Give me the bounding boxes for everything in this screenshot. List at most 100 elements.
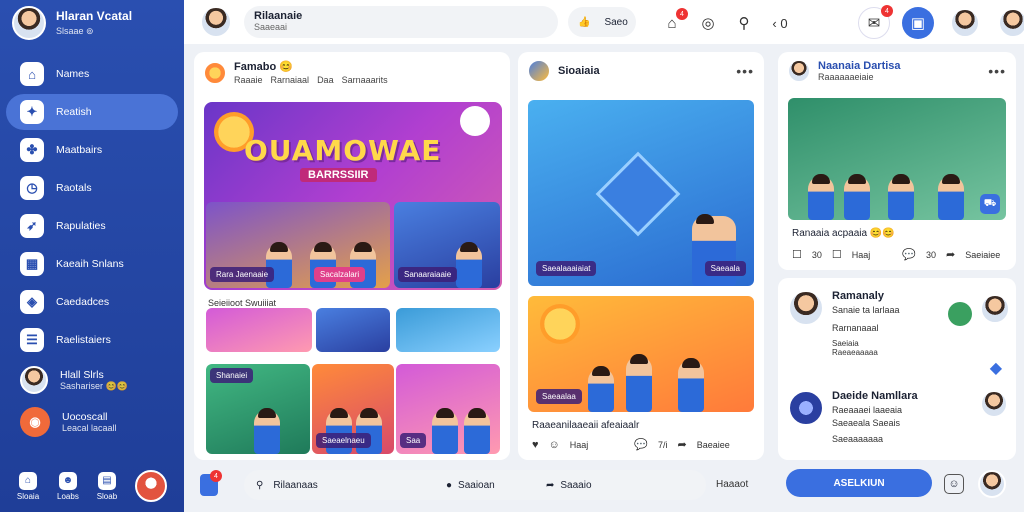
- action-label[interactable]: 7/i: [658, 440, 668, 450]
- compose-icon[interactable]: 4: [200, 470, 222, 496]
- hero-title: OUAMOWAE: [244, 134, 442, 167]
- post-2-title: Sioaiaia: [558, 65, 600, 77]
- current-user-avatar[interactable]: [200, 6, 232, 38]
- sidebar-item-label: Kaeaih Snlans: [56, 258, 124, 270]
- person-figure: [888, 174, 914, 220]
- top-search-title: Rilaanaie: [254, 10, 303, 22]
- dashboard-icon[interactable]: ▣: [902, 7, 934, 39]
- sidebar-item-caedadces[interactable]: ◈ Caedadces: [6, 284, 178, 320]
- top-profile[interactable]: [200, 6, 232, 38]
- like-button[interactable]: 👍 Saeo: [568, 7, 636, 37]
- person-avatar[interactable]: [980, 390, 1008, 418]
- post-photo[interactable]: Saa: [396, 364, 500, 454]
- ghost-icon: [460, 106, 490, 136]
- action-label[interactable]: 30: [812, 250, 822, 260]
- person-avatar[interactable]: [788, 290, 824, 326]
- photo-chip: Saeaalaa: [536, 389, 582, 404]
- action-label[interactable]: Haaj: [852, 250, 871, 260]
- person-line: Saeiaia Raeaeaaaaa: [832, 339, 878, 357]
- post-card-1: Famabo 😊 Raaaie Rarnaiaal Daa Sarnaaarit…: [194, 52, 510, 460]
- post-author-avatar[interactable]: [204, 61, 226, 84]
- sidebar-item-sub: Leacal lacaall: [62, 423, 117, 433]
- compass-icon[interactable]: ◎: [696, 11, 720, 35]
- post-author-avatar[interactable]: [788, 60, 810, 82]
- person-name: Daeide Namllara: [832, 390, 918, 402]
- car-icon[interactable]: ⛟: [980, 194, 1000, 214]
- post-3-actions: ☐ 30 ☐ Haaj 💬 30 ➦ Saeiaiee: [792, 248, 1000, 261]
- friend-avatar[interactable]: [950, 8, 980, 38]
- sticker-tile[interactable]: [316, 308, 390, 352]
- heart-icon[interactable]: ♥: [532, 439, 539, 451]
- sidebar-item-reatish[interactable]: ✦ Reatish: [6, 94, 178, 130]
- sidebar-item-kaeaih-snlans[interactable]: ▦ Kaeaih Snlans: [6, 246, 178, 282]
- assistant-avatar[interactable]: [135, 470, 168, 502]
- post-photo[interactable]: Sanaaraiaaie: [394, 202, 500, 288]
- share-icon[interactable]: ➦: [678, 438, 687, 451]
- tag-icon[interactable]: ◆: [990, 358, 1002, 378]
- post-photo[interactable]: Rara Jaenaaie Sacalzalari: [206, 202, 390, 288]
- post-photo[interactable]: Shanaiei: [206, 364, 310, 454]
- square-icon[interactable]: ☐: [832, 248, 842, 261]
- more-options-icon[interactable]: •••: [988, 63, 1006, 79]
- action-label[interactable]: Saeiaiee: [965, 250, 1000, 260]
- sidebar-item-uocoscall[interactable]: ◉ Uocoscall Leacal lacaall: [6, 402, 178, 442]
- sticker-tile[interactable]: [206, 308, 312, 352]
- post-1-hero-image[interactable]: OUAMOWAE BARRSSIIR Rara Jaenaaie Sacalza…: [204, 102, 502, 290]
- comment-icon[interactable]: 💬: [634, 438, 648, 451]
- post-photo[interactable]: Saeaelnaeu: [312, 364, 394, 454]
- bottom-search-bar[interactable]: ⚲ Rilaanaas ● Saaioan ➦ Saaaio: [244, 470, 706, 500]
- sidebar-item-maatbairs[interactable]: ✤ Maatbairs: [6, 132, 178, 168]
- person-avatar[interactable]: [980, 294, 1010, 324]
- chat-icon[interactable]: ✉ 4: [858, 5, 893, 39]
- chat-bubble-icon: ◉: [20, 407, 50, 437]
- code-icon[interactable]: ‹ 0: [768, 11, 792, 35]
- user-avatar[interactable]: [978, 470, 1006, 498]
- sidebar-item-names[interactable]: ⌂ Names: [6, 56, 178, 92]
- sidebar-item-hlall-slrls[interactable]: Hlall Slrls Sashariser 😊😊: [6, 360, 178, 400]
- action-label[interactable]: Haaj: [570, 440, 589, 450]
- sidebar-item-label: Reatish: [56, 106, 92, 118]
- meta-item: Sarnaaarits: [341, 75, 388, 85]
- home-icon[interactable]: ⌂ 4: [660, 8, 688, 35]
- action-label[interactable]: 30: [926, 250, 936, 260]
- diamond-icon: [595, 151, 681, 237]
- post-3-sub: Raaaaaaeiaie: [818, 72, 874, 82]
- post-3-image[interactable]: ⛟: [788, 98, 1006, 220]
- home-label[interactable]: Haaaot: [716, 479, 748, 490]
- post-3-title: Naanaia Dartisa: [818, 60, 901, 72]
- share-icon[interactable]: ➦: [946, 248, 955, 261]
- more-options-icon[interactable]: •••: [736, 63, 754, 79]
- post-2-image[interactable]: Saealaaaiaiat Saeaala: [528, 100, 754, 286]
- sidebar-item-raotals[interactable]: ◷ Raotals: [6, 170, 178, 206]
- contact-avatar: [20, 366, 48, 394]
- game-logo-icon[interactable]: [948, 302, 972, 326]
- bottom-search-right[interactable]: ➦ Saaaio: [546, 480, 592, 491]
- user-avatar[interactable]: [12, 6, 46, 40]
- search-icon[interactable]: ⚲: [732, 11, 756, 35]
- emoji-icon[interactable]: ☺: [549, 439, 560, 451]
- sidebar-item-rapulaties[interactable]: ➶ Rapulaties: [6, 208, 178, 244]
- person-row[interactable]: Daeide Namllara Raeaaaei laaeaia Saeaeal…: [788, 390, 1014, 444]
- home-icon: ⌂: [20, 62, 44, 86]
- post-2-photo[interactable]: Saeaalaa: [528, 296, 754, 412]
- bottom-search-placeholder: Rilaanaas: [273, 479, 318, 491]
- meta-item: Rarnaiaal: [270, 75, 310, 85]
- bottom-search-mid[interactable]: ● Saaioan: [446, 480, 546, 491]
- person-row[interactable]: Ramanaly Sanaie ta larlaaa Rarnanaaal Sa…: [788, 290, 1014, 357]
- top-search[interactable]: Rilaanaie Saaeaai: [244, 6, 558, 38]
- bottom-nav-loabs[interactable]: ☻ Loabs: [57, 471, 79, 501]
- bottom-nav-sloaia[interactable]: ⌂ Sloaia: [17, 471, 39, 501]
- friend-avatar[interactable]: [998, 8, 1024, 38]
- ask-button[interactable]: ASELKIUN: [786, 469, 932, 497]
- checkbox-icon[interactable]: ☐: [792, 248, 802, 261]
- emoji-icon[interactable]: ☺: [944, 474, 964, 494]
- post-author-avatar[interactable]: [528, 60, 550, 82]
- bottom-nav-label: Loabs: [57, 491, 79, 501]
- action-label[interactable]: Baeaiee: [697, 440, 730, 450]
- sidebar-profile[interactable]: Hlaran Vcatal Slsaae ⊚: [12, 6, 132, 40]
- sidebar-item-raelistaiers[interactable]: ☰ Raelistaiers: [6, 322, 178, 358]
- bottom-nav-sloab[interactable]: ▤ Sloab: [97, 471, 117, 501]
- person-avatar[interactable]: [788, 390, 824, 426]
- comment-icon[interactable]: 💬: [902, 248, 916, 261]
- sticker-tile[interactable]: [396, 308, 500, 352]
